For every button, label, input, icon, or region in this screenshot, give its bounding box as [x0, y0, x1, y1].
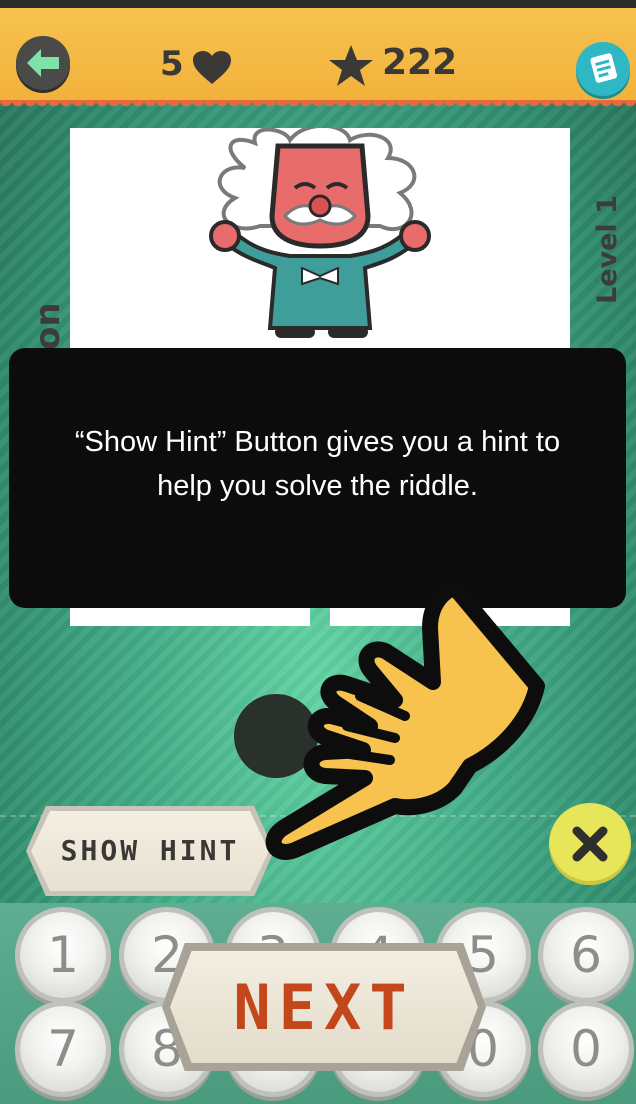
- level-label: Level 1: [592, 195, 623, 304]
- hand-pointer-icon: [265, 580, 545, 860]
- arrow-left-icon: [27, 49, 59, 77]
- tooltip-text: “Show Hint” Button gives you a hint to h…: [74, 426, 561, 502]
- next-button[interactable]: NEXT: [162, 943, 486, 1071]
- x-icon: [572, 826, 608, 862]
- top-bar: 5 222: [0, 0, 636, 112]
- tutorial-tooltip: “Show Hint” Button gives you a hint to h…: [9, 348, 626, 608]
- key-label: 0: [570, 1020, 602, 1078]
- key-7[interactable]: 7: [20, 1006, 106, 1092]
- key-0[interactable]: 0: [543, 1006, 629, 1092]
- show-hint-label: SHOW HINT: [60, 834, 240, 867]
- star-icon: [329, 45, 373, 86]
- heart-icon: [193, 51, 231, 84]
- game-screen: 5 222 Level 1 on “Show Hint” Button give…: [0, 0, 636, 1104]
- key-label: 7: [47, 1020, 79, 1078]
- key-label: 1: [47, 926, 79, 984]
- clear-button[interactable]: [549, 803, 631, 885]
- score-count: 222: [382, 42, 458, 83]
- back-button[interactable]: [16, 36, 70, 90]
- side-label: on: [28, 302, 68, 350]
- next-label: NEXT: [233, 971, 415, 1044]
- key-6[interactable]: 6: [543, 912, 629, 998]
- scientist-cartoon: [209, 123, 431, 338]
- key-label: 6: [570, 926, 602, 984]
- menu-button[interactable]: [576, 42, 630, 96]
- show-hint-button[interactable]: SHOW HINT: [26, 806, 274, 896]
- riddle-image-top: [70, 123, 570, 350]
- notes-icon: [590, 53, 618, 83]
- key-1[interactable]: 1: [20, 912, 106, 998]
- lives-count: 5: [160, 44, 184, 84]
